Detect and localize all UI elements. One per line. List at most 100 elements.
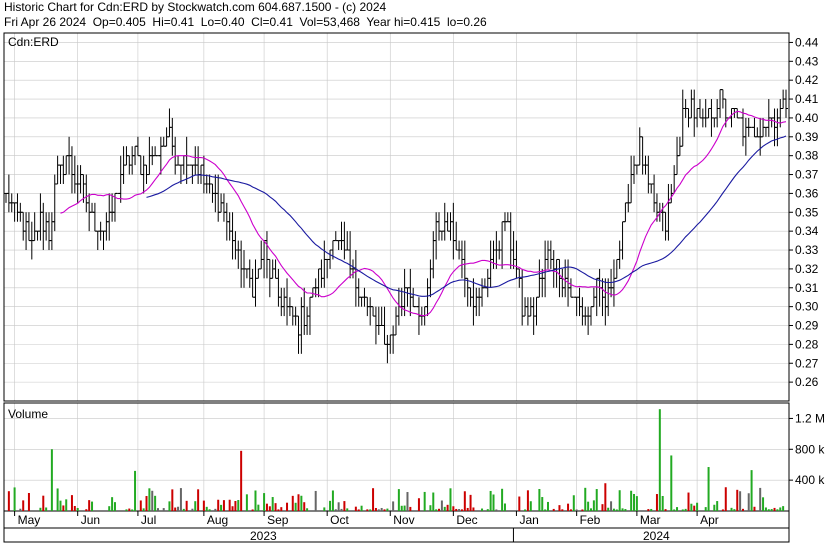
price-tick-label: 0.30 [795,300,819,314]
volume-bar [13,487,16,511]
price-tick-label: 0.34 [795,224,819,238]
volume-bar [544,509,547,511]
ohlc-bars [4,89,788,364]
volume-bar [265,503,268,511]
volume-bar [372,488,375,511]
volume-bar [70,495,73,511]
volume-bar [518,496,521,511]
price-tick-label: 0.27 [795,356,819,370]
volume-bar [85,509,88,511]
price-tick-label: 0.40 [795,111,819,125]
price-tick-label: 0.32 [795,262,819,276]
volume-bar [503,503,506,511]
volume-bar [561,509,564,511]
date-tick-label: Jan [519,513,538,527]
volume-bar [56,488,59,511]
volume-bar [331,490,334,511]
volume-bar [257,504,260,511]
volume-bar [22,500,25,511]
volume-bar [291,495,294,511]
volume-bar [481,508,484,511]
volume-bars [7,409,785,511]
volume-axis-ticks: 1.2 M 800 k 400 k [789,411,825,487]
volume-bar [50,449,53,511]
price-tick-label: 0.41 [795,92,819,106]
volume-bar [185,500,188,511]
volume-bar [661,495,664,511]
volume-bar [374,507,377,511]
price-tick-label: 0.35 [795,205,819,219]
volume-bar [237,499,240,511]
volume-bar [635,496,638,511]
volume-bar [59,500,62,511]
volume-bar [306,508,309,511]
volume-bar [736,489,739,511]
volume-bar [762,497,765,511]
volume-bar [228,499,231,511]
volume-bar [76,507,79,511]
volume-bar [607,507,610,511]
volume-bar [779,507,782,511]
volume-bar [693,505,696,511]
volume-bar [397,489,400,511]
volume-bar [704,507,707,511]
volume-bar [630,490,633,511]
volume-bar [739,491,742,511]
volume-bar [713,504,716,511]
volume-bar [730,507,733,511]
volume-bar [495,509,498,511]
volume-bar [546,501,549,511]
volume-bar [452,506,455,511]
volume-bar [386,508,389,511]
year-label-2023: 2023 [250,529,277,543]
volume-bar [128,508,131,511]
volume-bar [658,409,661,511]
volume-bar [125,509,128,511]
volume-bar [354,506,357,511]
volume-bar [340,508,343,511]
volume-bar [151,490,154,511]
volume-bar [108,506,111,511]
volume-bar [357,509,360,511]
volume-bar [392,501,395,511]
volume-bar [369,509,372,511]
long-moving-average-line [146,135,787,297]
volume-bar [346,508,349,511]
year-label-2024: 2024 [643,529,670,543]
volume-bar [194,501,197,511]
volume-bar [409,506,412,511]
volume-bar [501,488,504,511]
volume-bar [251,509,254,511]
volume-bar [231,506,234,511]
date-tick-label: May [18,513,41,527]
volume-bar [567,503,570,511]
volume-bar [610,501,613,511]
volume-bar [681,509,684,511]
volume-bar [303,502,306,511]
price-tick-label: 0.26 [795,375,819,389]
volume-bar [366,509,369,511]
volume-bar [687,492,690,511]
volume-bar [684,508,687,511]
volume-bar [202,500,205,511]
volume-bar [615,509,618,511]
volume-bar [177,506,180,511]
volume-bar [460,509,463,511]
volume-bar [254,490,257,511]
price-tick-label: 0.39 [795,130,819,144]
volume-bar [673,509,676,511]
volume-bar [171,489,174,511]
stock-chart: Cdn:ERD Volume 0.440.430.420.410.400.390… [3,32,825,543]
volume-bar [458,509,461,511]
volume-bar [400,505,403,511]
volume-bar [650,508,653,511]
volume-bar [581,509,584,511]
volume-bar [263,493,266,511]
volume-bar [670,455,673,511]
volume-bar [111,497,114,511]
volume-bar [721,509,724,511]
volume-bar [463,491,466,511]
volume-bar [747,493,750,511]
volume-bar [271,497,274,511]
volume-bar [423,491,426,511]
